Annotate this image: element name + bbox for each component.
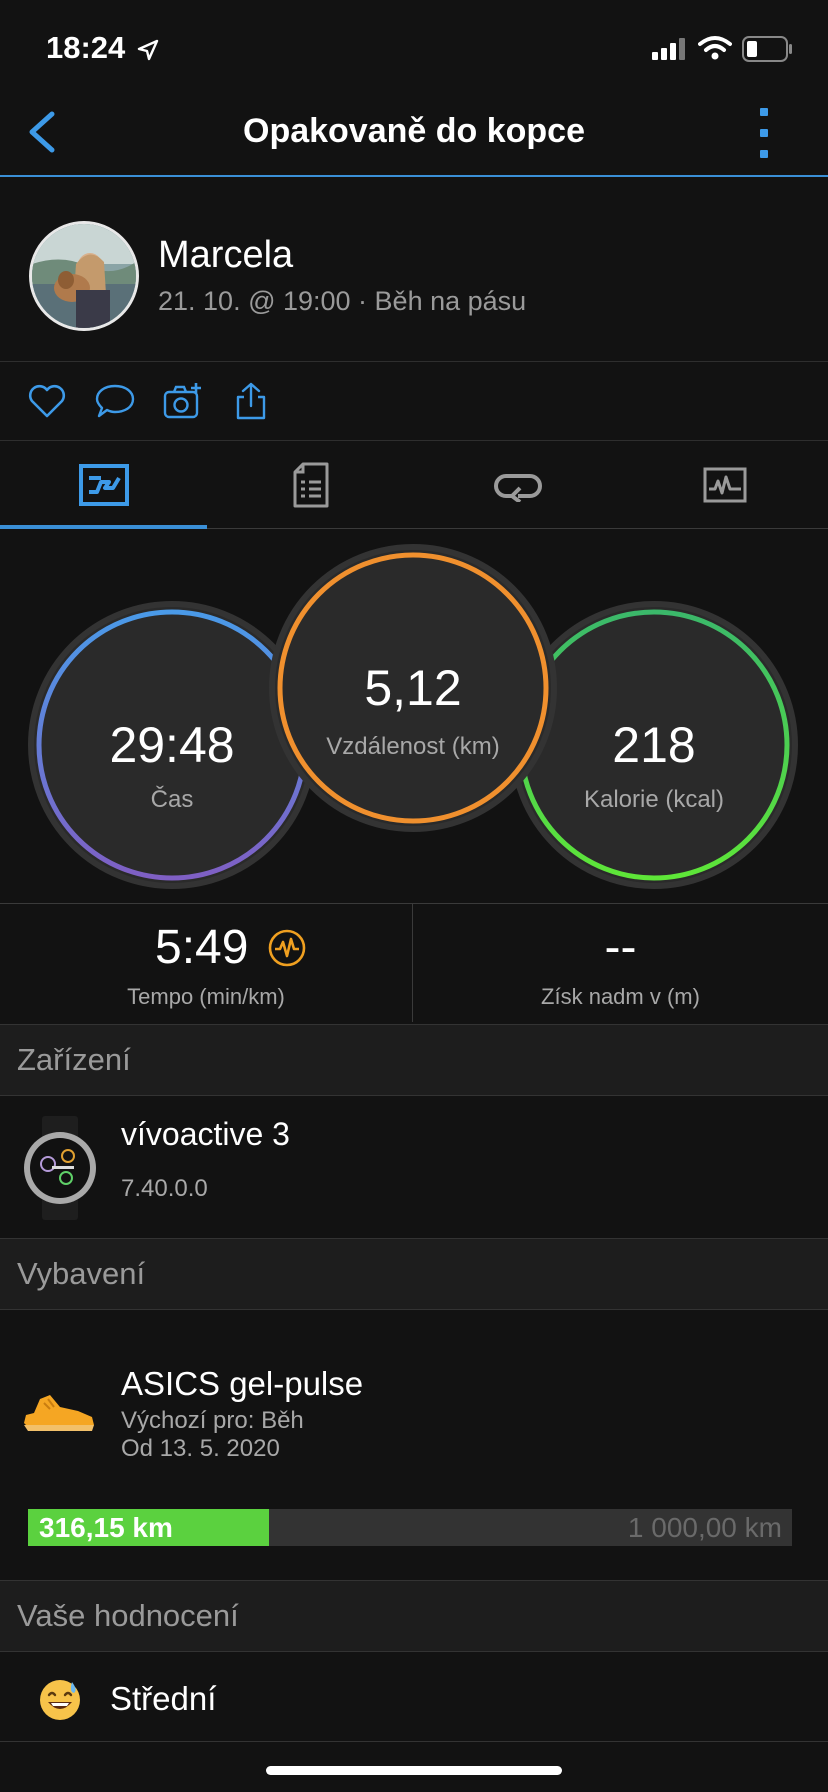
section-title: Vybavení — [17, 1256, 146, 1291]
gear-distance-progress: 316,15 km 1 000,00 km — [28, 1509, 792, 1546]
device-version: 7.40.0.0 — [121, 1175, 208, 1202]
device-name[interactable]: vívoactive 3 — [121, 1116, 290, 1153]
location-arrow-icon — [137, 39, 159, 61]
elevation-label: Získ nadm v (m) — [541, 984, 700, 1009]
shoe-icon — [24, 1395, 94, 1431]
tab-charts[interactable] — [621, 442, 828, 528]
battery-icon — [742, 36, 792, 62]
sweat-smile-emoji-icon — [40, 1680, 80, 1720]
gear-name[interactable]: ASICS gel-pulse — [121, 1365, 363, 1403]
gear-section-header: Vybavení — [0, 1238, 828, 1310]
charts-icon — [703, 467, 746, 503]
distance-label: Vzdálenost (km) — [326, 733, 500, 760]
divider — [0, 440, 828, 441]
nav-divider — [0, 175, 828, 177]
laps-icon — [493, 474, 542, 502]
divider — [0, 1741, 828, 1742]
gear-distance-max: 1 000,00 km — [627, 1512, 782, 1543]
avatar[interactable] — [29, 221, 139, 331]
pace-label: Tempo (min/km) — [127, 984, 285, 1009]
gear-since-date: Od 13. 5. 2020 — [121, 1435, 280, 1462]
time-value: 29:48 — [109, 717, 235, 773]
gear-distance-current: 316,15 km — [39, 1512, 173, 1543]
gear-default-for: Výchozí pro: Běh — [121, 1407, 304, 1434]
details-icon — [293, 462, 328, 508]
share-icon[interactable] — [230, 380, 272, 422]
overview-icon — [78, 464, 129, 506]
device-section-header: Zařízení — [0, 1024, 828, 1096]
pace-chart-icon[interactable] — [268, 929, 306, 967]
calories-label: Kalorie (kcal) — [583, 786, 725, 813]
divider — [0, 361, 828, 362]
add-photo-icon[interactable] — [162, 380, 204, 422]
rating-section-header: Vaše hodnocení — [0, 1580, 828, 1652]
divider — [0, 903, 828, 904]
heart-icon[interactable] — [26, 380, 68, 422]
time-label: Čas — [150, 786, 194, 813]
pace-value: 5:49 — [155, 921, 249, 974]
calories-value: 218 — [612, 717, 696, 773]
tab-overview[interactable] — [0, 442, 207, 528]
wifi-icon — [698, 36, 732, 60]
more-vertical-icon — [760, 108, 768, 116]
page-title: Opakovaně do kopce — [243, 112, 585, 150]
more-menu-button[interactable] — [752, 108, 776, 158]
watch-icon — [24, 1116, 96, 1220]
activity-date-type: 21. 10. @ 19:00 · Běh na pásu — [158, 286, 527, 316]
tab-selected-indicator — [0, 525, 207, 529]
elevation-value: -- — [604, 921, 637, 974]
more-vertical-icon-dot — [760, 150, 768, 158]
avatar-photo — [32, 224, 136, 328]
tab-laps[interactable] — [414, 442, 621, 528]
rating-label[interactable]: Střední — [110, 1680, 216, 1718]
distance-value: 5,12 — [364, 660, 462, 716]
section-title: Vaše hodnocení — [17, 1598, 239, 1633]
home-indicator[interactable] — [266, 1766, 562, 1775]
signal-icon — [652, 38, 685, 60]
user-name[interactable]: Marcela — [158, 234, 293, 277]
comment-icon[interactable] — [94, 380, 136, 422]
tab-details[interactable] — [207, 442, 414, 528]
section-title: Zařízení — [17, 1042, 131, 1077]
status-time: 18:24 — [46, 30, 126, 65]
more-vertical-icon-dot — [760, 129, 768, 137]
